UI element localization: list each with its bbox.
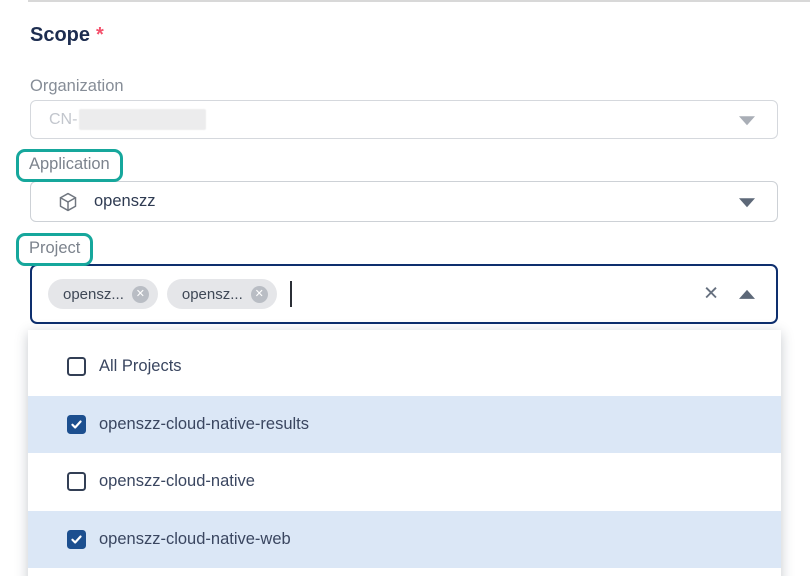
- project-option-row[interactable]: openszz-cloud-native-web: [28, 511, 781, 569]
- chevron-down-icon: [739, 198, 755, 207]
- project-option-row[interactable]: All Projects: [28, 338, 781, 396]
- clear-selection-icon[interactable]: ✕: [703, 285, 719, 304]
- option-label: openszz-cloud-native-results: [99, 415, 309, 434]
- cube-icon: [57, 191, 79, 213]
- project-option-row[interactable]: openszz-cloud-native: [28, 453, 781, 511]
- project-options-dropdown: All Projects openszz-cloud-native-result…: [28, 330, 781, 576]
- organization-label: Organization: [30, 77, 124, 96]
- option-label: All Projects: [99, 357, 182, 376]
- top-divider: [28, 0, 810, 2]
- organization-redacted-value: [79, 109, 206, 130]
- chip-remove-icon[interactable]: ✕: [132, 286, 149, 303]
- application-label: Application: [29, 155, 110, 173]
- application-label-annotation: Application: [16, 149, 123, 182]
- organization-value-prefix: CN-: [49, 111, 77, 129]
- project-option-row[interactable]: openszz-cloud-native-results: [28, 396, 781, 454]
- project-multiselect[interactable]: opensz... ✕ opensz... ✕ ✕: [30, 264, 778, 324]
- checkmark-icon: [70, 418, 83, 431]
- project-chip-label: opensz...: [63, 286, 124, 303]
- project-chip: opensz... ✕: [48, 279, 158, 309]
- project-label: Project: [29, 239, 80, 257]
- project-chip-label: opensz...: [182, 286, 243, 303]
- option-checkbox[interactable]: [67, 357, 86, 376]
- scope-title-text: Scope: [30, 24, 90, 46]
- organization-select[interactable]: CN-: [30, 100, 778, 139]
- option-checkbox[interactable]: [67, 415, 86, 434]
- chevron-up-icon[interactable]: [739, 290, 755, 299]
- chip-remove-icon[interactable]: ✕: [251, 286, 268, 303]
- chevron-down-icon: [739, 116, 755, 125]
- text-cursor: [290, 281, 292, 307]
- option-checkbox[interactable]: [67, 472, 86, 491]
- project-chip: opensz... ✕: [167, 279, 277, 309]
- project-label-annotation: Project: [16, 233, 93, 266]
- option-label: openszz-cloud-native: [99, 472, 255, 491]
- application-select[interactable]: openszz: [30, 181, 778, 222]
- required-asterisk: *: [96, 24, 104, 46]
- option-label: openszz-cloud-native-web: [99, 530, 291, 549]
- option-checkbox[interactable]: [67, 530, 86, 549]
- checkmark-icon: [70, 533, 83, 546]
- scope-section-title: Scope *: [30, 24, 104, 47]
- application-value: openszz: [94, 192, 155, 211]
